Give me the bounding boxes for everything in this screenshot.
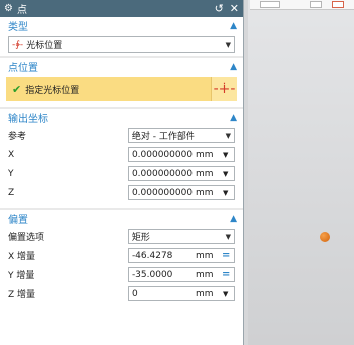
offset-option-row: 偏置选项 矩形 ▼ [0, 227, 243, 246]
section-output-coords-title: 输出坐标 [8, 114, 48, 125]
section-type-title: 类型 [8, 22, 28, 33]
specify-cursor-location-row[interactable]: ✔ 指定光标位置 -∔- [6, 77, 237, 101]
y-label: Y [8, 168, 14, 179]
y-row: Y 0.000000000( mm ▼ [0, 164, 243, 183]
check-icon: ✔ [12, 82, 22, 96]
offset-option-select[interactable]: 矩形 ▼ [127, 229, 235, 244]
chevron-down-icon[interactable]: ▼ [221, 170, 228, 178]
toolbar-button[interactable] [310, 1, 322, 8]
toolbar-field[interactable] [260, 1, 280, 8]
z-increment-label: Z 增量 [8, 290, 36, 300]
toolbar-button-red[interactable] [332, 1, 344, 8]
z-increment-value[interactable]: 0 [129, 289, 193, 299]
section-output-coords-header[interactable]: 输出坐标 ▲ [0, 109, 243, 126]
z-increment-field[interactable]: 0 mm ▼ [127, 286, 235, 301]
x-unit: mm [195, 149, 214, 160]
section-point-title: 点位置 [8, 63, 38, 74]
z-label: Z [8, 187, 15, 198]
section-offset-header[interactable]: 偏置 ▲ [0, 210, 243, 227]
x-increment-unit: mm [195, 250, 214, 261]
reference-label: 参考 [8, 132, 27, 142]
z-increment-unit: mm [195, 288, 214, 299]
y-increment-label: Y 增量 [8, 271, 35, 281]
section-point-header[interactable]: 点位置 ▲ [0, 58, 243, 75]
crosshair-icon: -∳- [12, 39, 24, 50]
chevron-up-icon[interactable]: ▲ [230, 113, 237, 123]
x-increment-label: X 增量 [8, 252, 36, 262]
x-increment-value[interactable]: -46.4278 [129, 251, 193, 261]
offset-option-value: 矩形 [131, 233, 150, 243]
x-coordinate-value[interactable]: 0.000000000( [129, 150, 193, 160]
chevron-down-icon: ▼ [225, 232, 231, 241]
chevron-up-icon[interactable]: ▲ [230, 62, 237, 72]
y-increment-unit: mm [195, 269, 214, 280]
close-icon[interactable]: ✕ [230, 3, 239, 14]
reference-select[interactable]: 绝对 - 工作部件 ▼ [127, 128, 235, 143]
reset-icon[interactable]: ↺ [215, 3, 224, 14]
x-coordinate-field[interactable]: 0.000000000( mm ▼ [127, 147, 235, 162]
formula-icon[interactable]: = [221, 250, 230, 261]
y-increment-field[interactable]: -35.0000 mm = [127, 267, 235, 282]
y-coordinate-field[interactable]: 0.000000000( mm ▼ [127, 166, 235, 181]
formula-icon[interactable]: = [221, 269, 230, 280]
x-row: X 0.000000000( mm ▼ [0, 145, 243, 164]
chevron-down-icon: ▼ [225, 40, 231, 49]
dialog-title: 点 [16, 5, 27, 16]
offset-option-label: 偏置选项 [8, 233, 45, 243]
x-increment-field[interactable]: -46.4278 mm = [127, 248, 235, 263]
z-increment-row: Z 增量 0 mm ▼ [0, 284, 243, 303]
section-offset-title: 偏置 [8, 215, 28, 226]
chevron-up-icon[interactable]: ▲ [230, 21, 237, 31]
y-increment-value[interactable]: -35.0000 [129, 270, 193, 280]
reference-select-value: 绝对 - 工作部件 [131, 132, 195, 142]
chevron-down-icon[interactable]: ▼ [221, 151, 228, 159]
graphics-workspace[interactable] [248, 0, 354, 345]
top-toolbar-strip [250, 0, 354, 10]
chevron-down-icon: ▼ [225, 131, 231, 140]
dialog-titlebar[interactable]: ⚙ 点 ↺ ✕ [0, 0, 243, 17]
y-unit: mm [195, 168, 214, 179]
chevron-down-icon[interactable]: ▼ [221, 290, 228, 298]
y-coordinate-value[interactable]: 0.000000000( [129, 169, 193, 179]
x-increment-row: X 增量 -46.4278 mm = [0, 246, 243, 265]
specify-cursor-location-label: 指定光标位置 [25, 85, 80, 96]
z-unit: mm [195, 187, 214, 198]
point-dialog: ⚙ 点 ↺ ✕ 类型 ▲ -∳- 光标位置 ▼ 点位置 ▲ ✔ 指定光标位置 -… [0, 0, 244, 345]
section-type-header[interactable]: 类型 ▲ [0, 17, 243, 34]
z-coordinate-value[interactable]: 0.000000000( [129, 188, 193, 198]
type-select-value: 光标位置 [26, 41, 63, 51]
point-picker-icon[interactable]: -∔- [211, 77, 237, 101]
chevron-up-icon[interactable]: ▲ [230, 214, 237, 224]
point-marker[interactable] [320, 232, 330, 242]
reference-row: 参考 绝对 - 工作部件 ▼ [0, 126, 243, 145]
x-label: X [8, 149, 15, 160]
z-row: Z 0.000000000( mm ▼ [0, 183, 243, 202]
type-select[interactable]: -∳- 光标位置 ▼ [8, 36, 235, 53]
chevron-down-icon[interactable]: ▼ [221, 189, 228, 197]
y-increment-row: Y 增量 -35.0000 mm = [0, 265, 243, 284]
z-coordinate-field[interactable]: 0.000000000( mm ▼ [127, 185, 235, 200]
gear-icon: ⚙ [4, 3, 13, 14]
